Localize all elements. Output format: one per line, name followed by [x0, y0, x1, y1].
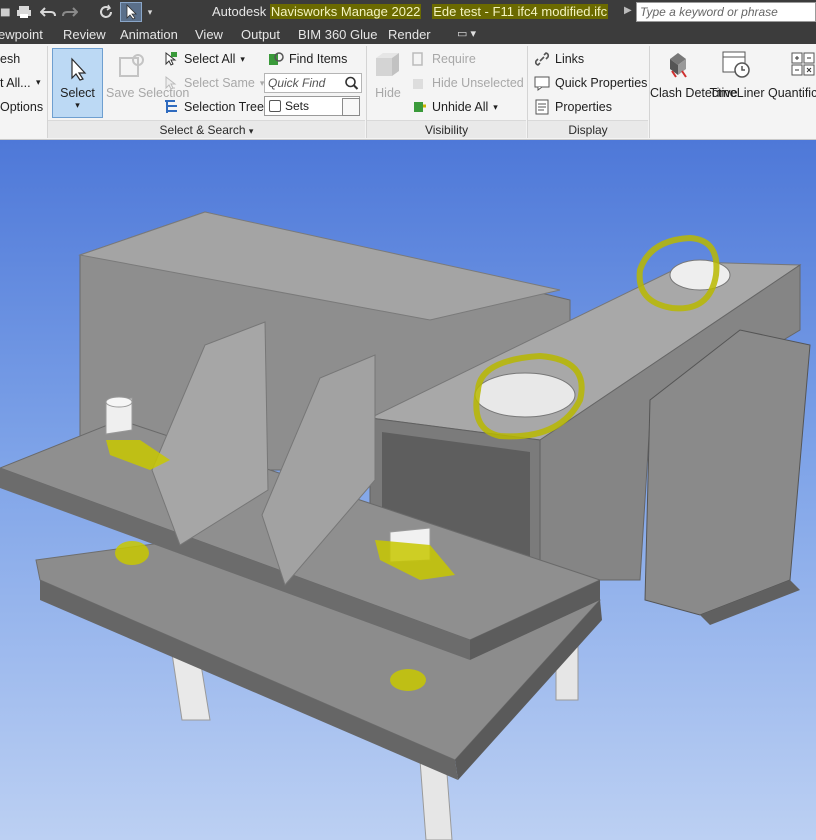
select-button[interactable]: Select ▾: [52, 48, 103, 118]
ribbon: esh t All... ▾ Options Select ▾ Save Sel…: [0, 44, 816, 140]
clash-detective-button[interactable]: Clash Detective: [650, 86, 738, 101]
product-name: Navisworks Manage 2022: [269, 4, 422, 19]
quick-find-search-icon[interactable]: [343, 75, 360, 91]
redo-icon[interactable]: [60, 2, 80, 22]
tab-animation[interactable]: Animation: [120, 27, 178, 42]
cursor-icon: [70, 57, 86, 81]
select-search-label: Select & Search: [159, 123, 246, 137]
slot-hole-right: [669, 259, 731, 291]
save-selection-icon: [119, 54, 144, 77]
require-icon: [412, 52, 423, 66]
chevron-down-icon: ▾: [493, 101, 498, 112]
select-search-panel-footer[interactable]: Select & Search ▾: [48, 120, 365, 138]
chevron-down-icon: ▾: [36, 77, 41, 87]
3d-viewport[interactable]: [0, 140, 816, 840]
quick-properties-icon: [534, 76, 550, 91]
search-expand-icon[interactable]: ▶: [624, 5, 632, 16]
slot-hole-center: [474, 372, 576, 418]
timeliner-button[interactable]: TimeLiner: [708, 86, 766, 101]
unhide-all-icon: [414, 102, 426, 112]
ribbon-cut-item-1[interactable]: esh: [0, 52, 20, 66]
hide-unselected-button[interactable]: Hide Unselected: [411, 75, 524, 91]
hide-unselected-label: Hide Unselected: [432, 76, 524, 90]
hide-icon: [376, 53, 399, 76]
tab-review[interactable]: Review: [63, 27, 106, 42]
clash-detective-icon: [670, 53, 687, 78]
visibility-panel-footer: Visibility: [367, 120, 526, 138]
links-label: Links: [555, 52, 585, 66]
selection-tree-label: Selection Tree: [184, 100, 264, 114]
select-same-button[interactable]: Select Same ▾: [163, 75, 264, 91]
timeliner-icon: [722, 51, 750, 78]
quantification-button[interactable]: Quantific: [768, 86, 816, 101]
properties-label: Properties: [555, 100, 612, 114]
ribbon-options-icon[interactable]: ▭ ▾: [457, 27, 476, 40]
chevron-down-icon: ▾: [75, 100, 80, 110]
link-icon: [534, 52, 550, 66]
print-icon[interactable]: [14, 2, 34, 22]
open-icon[interactable]: [0, 2, 14, 22]
refresh-icon[interactable]: [96, 2, 116, 22]
qa-dropdown-icon[interactable]: ▾: [143, 2, 157, 22]
title-bar: ▾ Autodesk Navisworks Manage 2022 Ede te…: [0, 0, 816, 24]
manage-sets-button[interactable]: [342, 98, 360, 116]
require-label: Require: [432, 52, 476, 66]
model-scene[interactable]: [0, 140, 816, 840]
links-button[interactable]: Links: [534, 51, 584, 67]
bolt-top-left: [105, 396, 133, 408]
ribbon-cut-item-3[interactable]: Options: [0, 100, 43, 114]
ribbon-tabs: ewpoint Review Animation View Output BIM…: [0, 24, 816, 44]
chevron-down-icon: ▾: [240, 53, 245, 64]
select-same-label: Select Same: [184, 76, 255, 90]
unhide-all-label: Unhide All: [432, 100, 489, 114]
sets-label: Sets: [285, 99, 310, 113]
quick-properties-button[interactable]: Quick Properties: [534, 75, 647, 91]
find-items-label: Find Items: [289, 52, 348, 66]
tab-bim360[interactable]: BIM 360 Glue: [298, 27, 378, 42]
properties-icon: [535, 99, 549, 115]
sets-icon: [269, 100, 281, 112]
undo-icon[interactable]: [38, 2, 58, 22]
require-button[interactable]: Require: [411, 51, 476, 67]
tab-viewpoint[interactable]: ewpoint: [0, 27, 43, 42]
window-title: Autodesk Navisworks Manage 2022 Ede test…: [212, 4, 609, 19]
chevron-down-icon: ▾: [248, 126, 254, 136]
select-all-icon: [165, 51, 177, 66]
hide-unselected-icon: [413, 79, 423, 89]
save-selection-button[interactable]: Save Selection: [106, 86, 189, 101]
select-all-label: Select All: [184, 52, 236, 66]
unhide-all-button[interactable]: Unhide All ▾: [411, 99, 498, 115]
selection-tree-button[interactable]: Selection Tree: [163, 99, 264, 115]
search-input[interactable]: Type a keyword or phrase: [636, 2, 816, 22]
select-all-button[interactable]: Select All ▾: [163, 51, 245, 67]
select-same-icon: [165, 75, 177, 90]
tab-view[interactable]: View: [195, 27, 223, 42]
select-label: Select: [60, 86, 95, 100]
quantification-icon: [791, 52, 815, 76]
tree-icon: [165, 100, 177, 113]
file-name: Ede test - F11 ifc4 modified.ifc: [432, 4, 609, 19]
display-panel-footer: Display: [528, 120, 648, 138]
find-items-button[interactable]: Find Items: [268, 51, 347, 67]
tab-render[interactable]: Render: [388, 27, 431, 42]
quick-properties-label: Quick Properties: [555, 76, 648, 90]
select-cursor-icon[interactable]: [120, 2, 142, 22]
ribbon-cut-item-2[interactable]: t All...: [0, 76, 31, 90]
properties-button[interactable]: Properties: [534, 99, 612, 115]
tab-output[interactable]: Output: [241, 27, 280, 42]
hide-button[interactable]: Hide: [372, 86, 404, 101]
find-items-icon: [269, 52, 284, 65]
